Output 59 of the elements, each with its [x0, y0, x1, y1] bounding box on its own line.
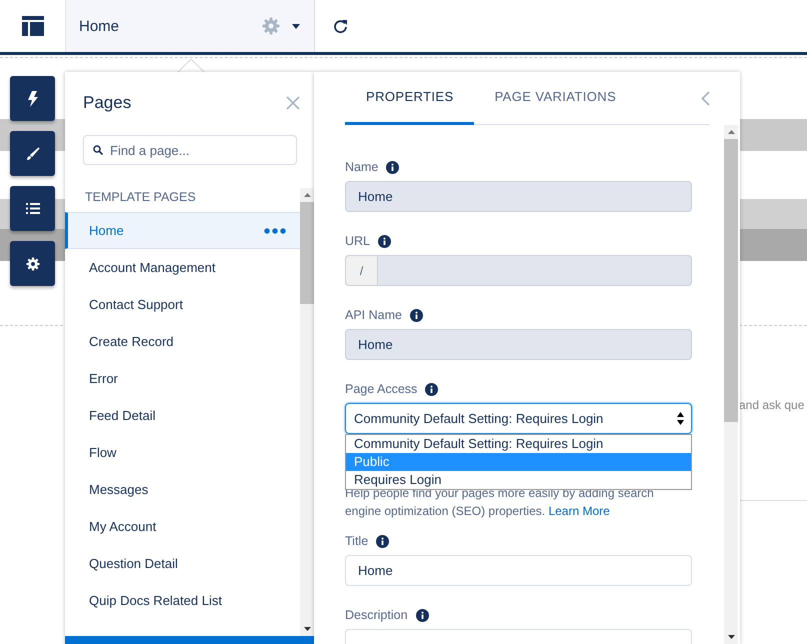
scroll-up-icon[interactable]: [728, 130, 734, 134]
page-item[interactable]: Feed Detail: [65, 397, 300, 434]
page-item[interactable]: Quip Docs Related List: [65, 582, 300, 619]
tab[interactable]: PROPERTIES: [345, 72, 474, 125]
page-name: Home: [79, 18, 120, 34]
dropdown-option[interactable]: Requires Login: [346, 471, 691, 489]
page-item[interactable]: Messages: [65, 471, 300, 508]
sort-arrows-icon: [677, 412, 684, 425]
page-item[interactable]: Contact Support: [65, 286, 300, 323]
tab[interactable]: PAGE VARIATIONS: [474, 72, 636, 125]
info-icon[interactable]: [376, 534, 390, 548]
scroll-down-icon[interactable]: [304, 627, 310, 631]
settings-icon: [26, 256, 40, 270]
field-label: Description: [345, 608, 408, 622]
page-item[interactable]: My Account: [65, 508, 300, 545]
scrollbar[interactable]: [300, 188, 314, 636]
dropdown-option[interactable]: Community Default Setting: Requires Login: [346, 435, 691, 453]
page-item[interactable]: Question Detail: [65, 545, 300, 582]
theme-button[interactable]: [10, 131, 55, 176]
panel-title: Pages: [83, 92, 132, 112]
info-icon[interactable]: [416, 608, 429, 622]
field-label: Page Access: [345, 382, 418, 396]
page-item[interactable]: Flow: [65, 434, 300, 471]
field-label: API Name: [345, 308, 402, 322]
page-item[interactable]: Home: [65, 212, 300, 249]
info-icon[interactable]: [410, 308, 423, 322]
field-label: Name: [345, 160, 378, 174]
page-item[interactable]: Error: [65, 360, 300, 397]
scroll-down-icon[interactable]: [728, 635, 734, 639]
url-prefix: /: [346, 256, 378, 285]
field-label: URL: [345, 234, 370, 248]
field-label: Title: [345, 534, 368, 548]
info-icon[interactable]: [386, 160, 400, 174]
lightning-icon: [28, 90, 38, 106]
section-heading: TEMPLATE PAGES: [84, 189, 197, 206]
input-field[interactable]: Home: [345, 555, 692, 586]
caret-icon[interactable]: [292, 24, 300, 28]
settings-button[interactable]: [10, 241, 55, 286]
info-icon[interactable]: [425, 382, 438, 396]
layout-icon[interactable]: [22, 16, 44, 36]
scrollbar[interactable]: [724, 125, 738, 644]
scroll-up-icon[interactable]: [304, 193, 310, 197]
more-options-icon[interactable]: [264, 228, 286, 234]
list-icon: [26, 203, 40, 214]
brush-icon: [26, 146, 40, 160]
refresh-icon[interactable]: [333, 18, 348, 34]
scroll-thumb[interactable]: [724, 139, 738, 422]
components-button[interactable]: [10, 76, 55, 121]
scroll-thumb[interactable]: [300, 202, 314, 304]
background-text: and ask que: [739, 398, 804, 412]
page-structure-button[interactable]: [10, 186, 55, 231]
dropdown[interactable]: Community Default Setting: Requires Login: [345, 403, 692, 434]
learn-more-link[interactable]: Learn More: [548, 504, 610, 518]
page-item[interactable]: Create Record: [65, 323, 300, 360]
info-icon[interactable]: [378, 234, 392, 248]
page-selector[interactable]: Home: [66, 0, 315, 52]
page-item[interactable]: Account Management: [65, 249, 300, 286]
search-icon: [93, 145, 103, 155]
search-field[interactable]: Find a page...: [83, 135, 297, 165]
